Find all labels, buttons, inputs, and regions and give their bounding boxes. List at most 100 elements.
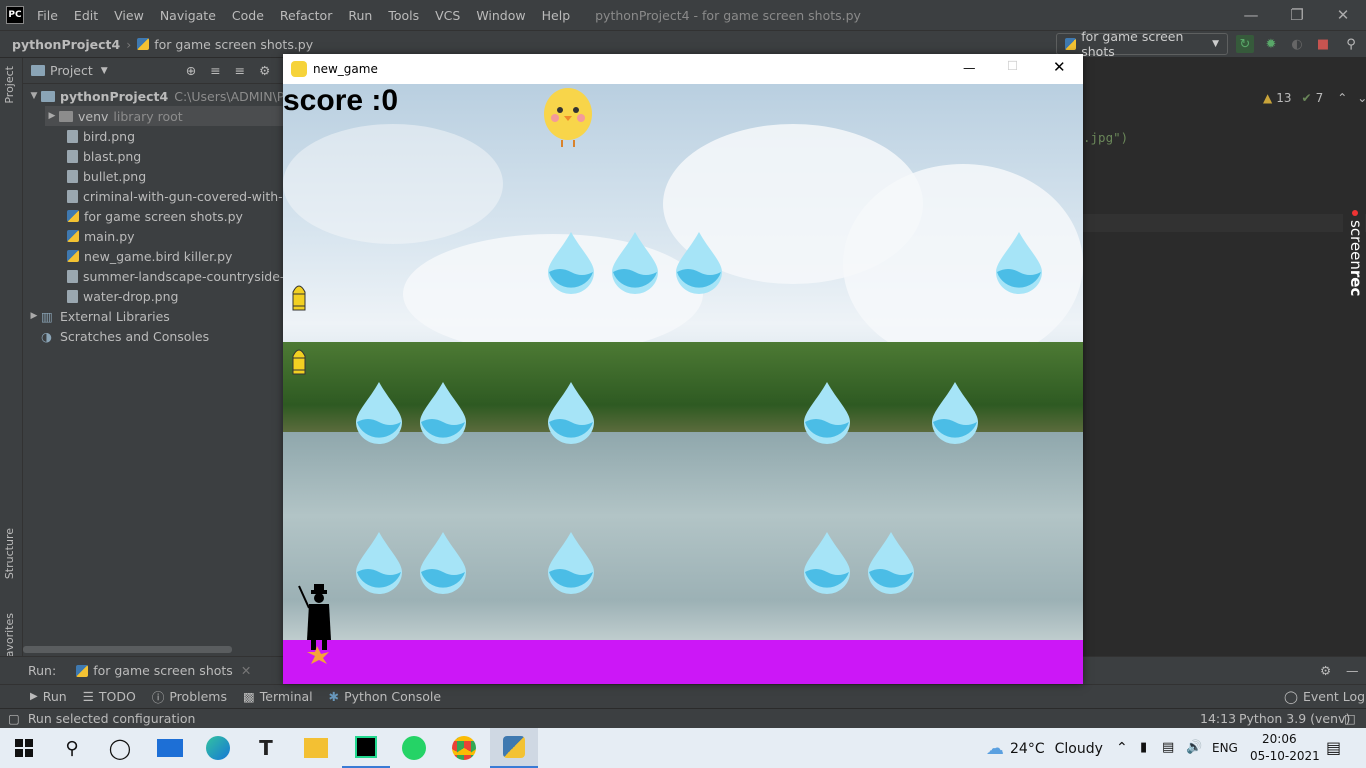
- tab-todo[interactable]: ☰ TODO: [83, 689, 136, 704]
- python-file-icon: [67, 250, 79, 262]
- list-item[interactable]: criminal-with-gun-covered-with-coat: [67, 186, 310, 206]
- debug-icon[interactable]: ✹: [1262, 35, 1280, 53]
- water-drop: [548, 532, 594, 594]
- search-icon[interactable]: ⚲: [48, 728, 96, 768]
- restore-icon[interactable]: ❐: [1274, 0, 1320, 30]
- expand-all-icon[interactable]: ≡: [210, 63, 220, 78]
- close-tab-icon[interactable]: ✕: [241, 663, 251, 678]
- tab-project[interactable]: Project: [3, 66, 16, 104]
- close-icon[interactable]: ✕: [1320, 0, 1366, 30]
- close-icon[interactable]: ✕: [1053, 58, 1066, 76]
- menu-vcs[interactable]: VCS: [432, 8, 463, 23]
- tab-problems[interactable]: ⓘ Problems: [152, 687, 227, 706]
- mail-icon[interactable]: [146, 728, 194, 768]
- tree-root[interactable]: ▼ pythonProject4 C:\Users\ADMIN\Pycha: [27, 86, 315, 106]
- folder-icon: [41, 90, 55, 102]
- list-item[interactable]: blast.png: [67, 146, 141, 166]
- menu-run[interactable]: Run: [345, 8, 375, 23]
- python-game-taskbar-icon[interactable]: [490, 728, 538, 768]
- list-item[interactable]: main.py: [67, 226, 135, 246]
- weather-widget[interactable]: ☁ 24°C Cloudy: [986, 738, 1103, 759]
- bird-sprite: [544, 88, 592, 147]
- minimize-icon[interactable]: —: [963, 60, 976, 75]
- python-console-icon: ✱: [328, 689, 340, 704]
- tab-python-console[interactable]: ✱ Python Console: [329, 689, 441, 704]
- inspection-widget[interactable]: ▲ 13 ✔ 7 ⌃ ⌄: [1263, 91, 1366, 105]
- search-icon[interactable]: ⚲: [1342, 35, 1360, 53]
- tab-structure[interactable]: Structure: [3, 528, 16, 579]
- list-item[interactable]: bird.png: [67, 126, 135, 146]
- list-item[interactable]: bullet.png: [67, 166, 146, 186]
- menu-edit[interactable]: Edit: [71, 8, 101, 23]
- whatsapp-icon[interactable]: [390, 728, 438, 768]
- list-item[interactable]: for game screen shots.py: [67, 206, 243, 226]
- maximize-icon[interactable]: ☐: [1007, 58, 1018, 73]
- tree-scratches[interactable]: ◑ Scratches and Consoles: [41, 326, 209, 346]
- menu-window[interactable]: Window: [473, 8, 528, 23]
- interpreter[interactable]: Python 3.9 (venv): [1239, 711, 1350, 726]
- network-icon[interactable]: ▤: [1162, 740, 1174, 755]
- breadcrumb-project[interactable]: pythonProject4: [12, 37, 120, 52]
- event-log[interactable]: ◯ Event Log: [1284, 689, 1365, 704]
- pycharm-taskbar-icon[interactable]: [342, 728, 390, 768]
- task-view-icon[interactable]: ◯: [96, 728, 144, 768]
- tree-external-libraries[interactable]: ▶ ▥ External Libraries: [27, 306, 170, 326]
- chevron-up-icon[interactable]: ⌃: [1116, 740, 1128, 756]
- notification-icon[interactable]: ▤: [1326, 738, 1341, 757]
- collapse-all-icon[interactable]: ≡: [235, 63, 245, 78]
- image-file-icon: [67, 289, 78, 303]
- stop-icon[interactable]: ■: [1314, 35, 1332, 53]
- menu-help[interactable]: Help: [539, 8, 574, 23]
- image-file-icon: [67, 269, 78, 283]
- chevron-down-icon[interactable]: ▼: [101, 66, 108, 76]
- ground-floor: [283, 640, 1083, 684]
- menu-tools[interactable]: Tools: [385, 8, 422, 23]
- chrome-icon[interactable]: [440, 728, 488, 768]
- menu-navigate[interactable]: Navigate: [157, 8, 219, 23]
- volume-icon[interactable]: 🔊: [1186, 740, 1202, 755]
- tab-terminal[interactable]: ▩ Terminal: [243, 689, 313, 704]
- collapse-arrow-icon: ▶: [30, 311, 38, 321]
- list-item[interactable]: new_game.bird killer.py: [67, 246, 232, 266]
- minimize-icon[interactable]: —: [1228, 0, 1274, 30]
- shooter-player: [298, 584, 331, 664]
- menu-refactor[interactable]: Refactor: [277, 8, 335, 23]
- current-line-highlight: [1083, 214, 1366, 232]
- horizontal-scrollbar[interactable]: [23, 646, 232, 653]
- rerun-icon[interactable]: ↻: [1236, 35, 1254, 53]
- tree-venv[interactable]: ▶ venv library root: [45, 106, 285, 126]
- language-indicator[interactable]: ENG: [1212, 741, 1238, 755]
- run-tab[interactable]: for game screen shots: [93, 663, 233, 678]
- typora-icon[interactable]: T: [242, 728, 290, 768]
- battery-icon[interactable]: ▮: [1140, 740, 1147, 755]
- list-item[interactable]: water-drop.png: [67, 286, 178, 306]
- tab-run[interactable]: ▶ Run: [30, 689, 67, 704]
- settings-gear-icon[interactable]: ⚙: [1320, 663, 1331, 678]
- external-libraries-label: External Libraries: [60, 308, 170, 324]
- list-item[interactable]: summer-landscape-countryside-with-: [67, 266, 315, 286]
- project-view-label[interactable]: Project: [50, 63, 93, 78]
- caret-position[interactable]: 14:13: [1200, 711, 1236, 726]
- coverage-icon[interactable]: ◐: [1288, 35, 1306, 53]
- run-configuration-dropdown[interactable]: for game screen shots ▼: [1056, 29, 1228, 59]
- breadcrumb-file[interactable]: for game screen shots.py: [154, 37, 313, 52]
- status-square-icon[interactable]: ▢: [8, 711, 20, 726]
- hide-icon[interactable]: —: [1346, 663, 1359, 678]
- windows-start-icon[interactable]: [0, 728, 48, 768]
- file-explorer-icon[interactable]: [292, 728, 340, 768]
- settings-gear-icon[interactable]: ⚙: [259, 63, 270, 78]
- game-canvas[interactable]: score :0: [283, 84, 1083, 684]
- event-log-icon: ◯: [1284, 689, 1298, 704]
- menu-view[interactable]: View: [111, 8, 147, 23]
- chevron-up-icon[interactable]: ⌃: [1337, 91, 1347, 105]
- locate-icon[interactable]: ⊕: [186, 63, 196, 78]
- edge-browser-icon[interactable]: [194, 728, 242, 768]
- menu-file[interactable]: File: [34, 8, 61, 23]
- chevron-down-icon[interactable]: ⌄: [1357, 91, 1366, 105]
- menu-code[interactable]: Code: [229, 8, 267, 23]
- clock-time[interactable]: 20:06: [1262, 732, 1297, 746]
- lock-icon[interactable]: □: [1344, 711, 1356, 726]
- game-title: new_game: [313, 62, 378, 76]
- water-drop: [676, 232, 722, 294]
- clock-date[interactable]: 05-10-2021: [1250, 749, 1320, 763]
